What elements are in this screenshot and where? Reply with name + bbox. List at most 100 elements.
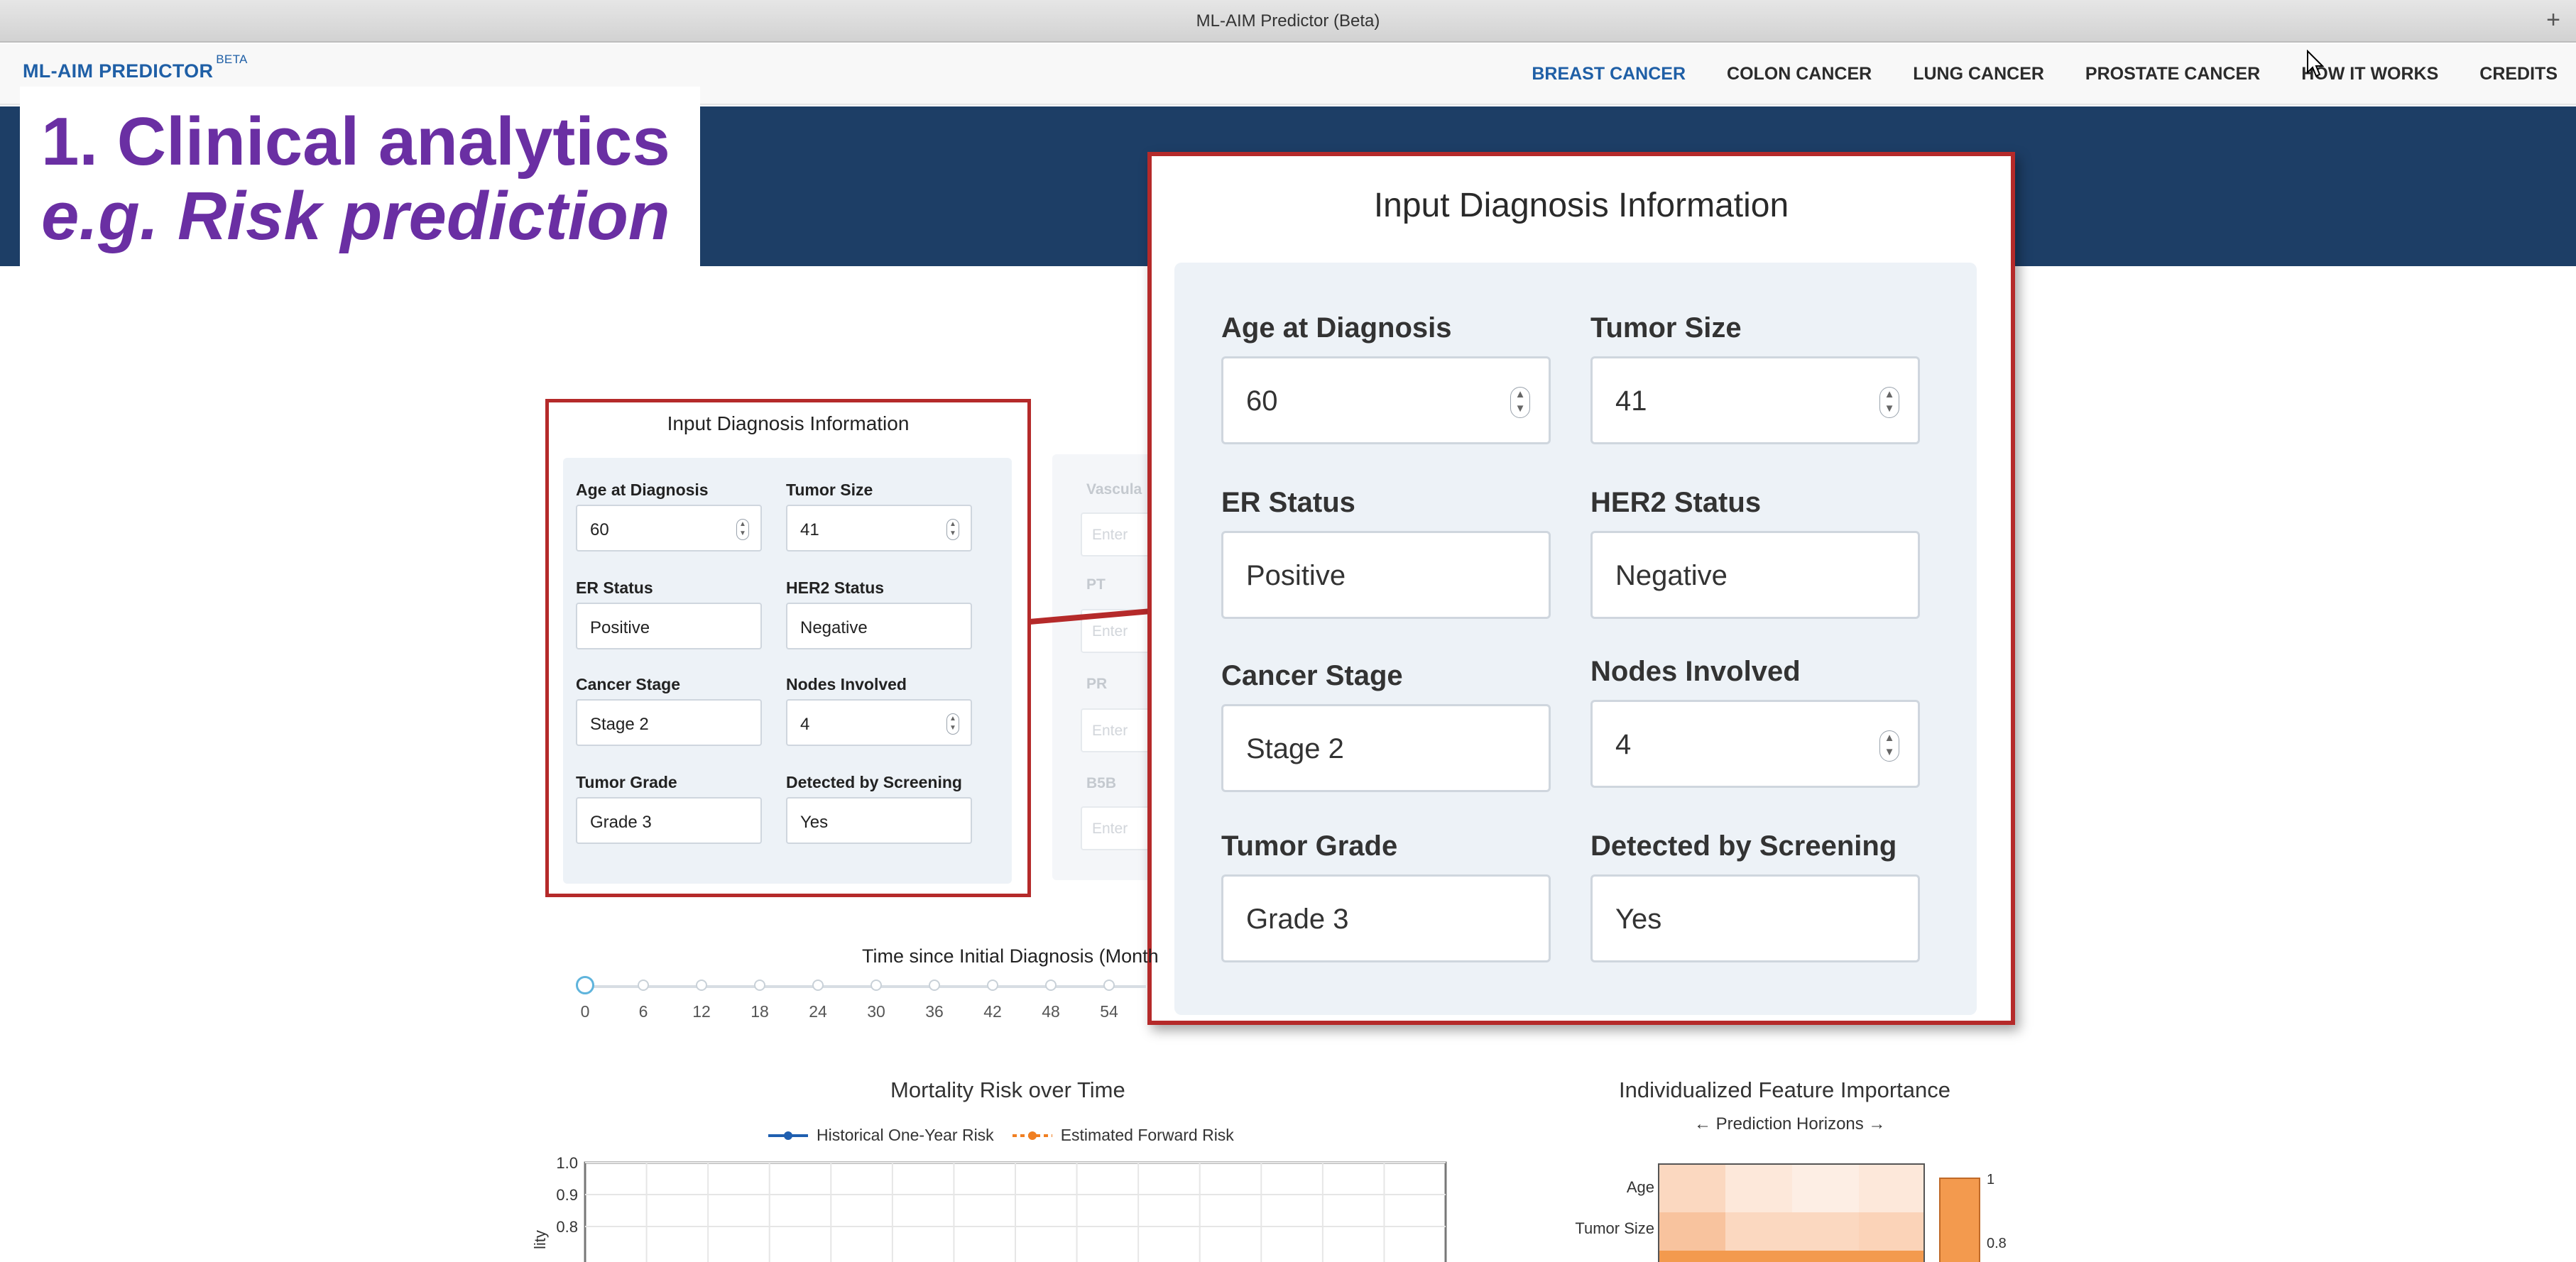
faded-label: Vascula [1086,481,1142,498]
detected-by-screening-select[interactable]: Yes [1590,874,1920,962]
heatmap-cell [1659,1212,1725,1256]
slider-step-dot[interactable] [987,980,998,991]
stepper-icon[interactable]: ▲ ▼ [736,519,749,540]
brand-logo[interactable]: ML-AIM PREDICTORBETA [23,53,248,82]
colorbar-rect [1939,1178,1980,1262]
slider-step-dot[interactable] [1045,980,1057,991]
slider-step-dot[interactable] [696,980,707,991]
field-label: HER2 Status [1590,487,1762,518]
stepper-icon[interactable]: ▲ ▼ [946,713,959,735]
field-value: Stage 2 [590,715,649,734]
feature-importance-title: Individualized Feature Importance [1619,1077,1950,1102]
slider-tick-label: 24 [809,1002,827,1021]
tumor-grade-select[interactable]: Grade 3 [1221,874,1551,962]
field-label: Tumor Grade [576,773,677,791]
slider-step-dot[interactable] [754,980,765,991]
field-value: Grade 3 [590,813,652,832]
nav-colon-cancer[interactable]: COLON CANCER [1727,64,1872,84]
nav-prostate-cancer[interactable]: PROSTATE CANCER [2085,64,2260,84]
slider-tick-label: 48 [1042,1002,1060,1021]
mortality-chart-title: Mortality Risk over Time [890,1077,1125,1102]
slider-step-dot[interactable] [929,980,940,991]
detected-by-screening-field: Detected by Screening Yes [1590,830,1920,962]
her2-status-field: HER2 Status Negative [786,578,972,649]
y-tick-label: 1.0 [556,1154,578,1172]
slider-tick-label: 54 [1100,1002,1118,1021]
annotation-line-1: 1. Clinical analytics [41,104,670,180]
detected-by-screening-select[interactable]: Yes [786,797,972,844]
legend-item-historical[interactable]: Historical One-Year Risk [767,1126,994,1145]
y-axis-label: lity [531,1230,549,1249]
annotation-label: 1. Clinical analytics e.g. Risk predicti… [20,87,700,270]
nav-credits[interactable]: CREDITS [2479,64,2558,84]
age-input[interactable]: 60 ▲ ▼ [1221,356,1551,444]
stepper-icon[interactable]: ▲ ▼ [1879,730,1899,762]
feature-label-age: Age [1627,1178,1654,1196]
slider-tick-label: 18 [751,1002,769,1021]
brand-name: ML-AIM PREDICTOR [23,60,214,82]
slider-step-dot[interactable] [638,980,649,991]
slider-tick-label: 0 [580,1002,590,1021]
field-label: Cancer Stage [576,675,681,693]
field-value: 60 [1246,385,1278,417]
window-title: ML-AIM Predictor (Beta) [1196,11,1380,31]
field-value: Yes [1615,904,1662,935]
tumor-grade-select[interactable]: Grade 3 [576,797,762,844]
stepper-icon[interactable]: ▲ ▼ [946,519,959,540]
legend-item-forward[interactable]: Estimated Forward Risk [1011,1126,1234,1145]
nav-lung-cancer[interactable]: LUNG CANCER [1913,64,2044,84]
field-value: Grade 3 [1246,904,1349,935]
feature-label-tumor-size: Tumor Size [1575,1219,1654,1237]
nav-breast-cancer[interactable]: BREAST CANCER [1532,64,1686,84]
heatmap-cell [1859,1164,1924,1212]
tumor-size-input[interactable]: 41 ▲ ▼ [1590,356,1920,444]
er-status-select[interactable]: Positive [1221,531,1551,619]
tumor-size-input[interactable]: 41 ▲ ▼ [786,505,972,552]
field-label: Age at Diagnosis [576,481,709,499]
stepper-icon[interactable]: ▲ ▼ [1879,387,1899,418]
cancer-stage-field: Cancer Stage Stage 2 [576,675,762,746]
slider-step-dot[interactable] [812,980,824,991]
nodes-involved-field: Nodes Involved 4 ▲ ▼ [1590,656,1920,788]
mortality-chart-legend: Historical One-Year Risk Estimated Forwa… [767,1126,1234,1145]
er-status-field: ER Status Positive [1221,487,1551,619]
colorbar-label-0-8: 0.8 [1987,1236,2007,1251]
field-value: 4 [1615,729,1632,760]
beta-badge: BETA [216,53,248,66]
faded-label: B5B [1086,775,1117,791]
time-slider[interactable]: 0 6 12 18 24 30 36 42 48 54 [576,976,1146,1021]
cancer-stage-select[interactable]: Stage 2 [1221,704,1551,792]
field-value: 41 [1615,385,1647,417]
field-value: 4 [800,715,810,734]
mouse-cursor-icon [2307,50,2325,77]
nodes-involved-input[interactable]: 4 ▲ ▼ [1590,700,1920,788]
heatmap-cell [1725,1212,1792,1256]
nodes-involved-input[interactable]: 4 ▲ ▼ [786,699,972,746]
cancer-stage-select[interactable]: Stage 2 [576,699,762,746]
new-tab-button[interactable]: + [2539,7,2567,35]
age-input[interactable]: 60 ▲ ▼ [576,505,762,552]
slider-tick-label: 30 [867,1002,885,1021]
field-label: Tumor Grade [1221,830,1398,862]
field-value: 60 [590,520,609,539]
faded-label: PT [1086,576,1106,593]
input-diagnosis-panel-small: Input Diagnosis Information Age at Diagn… [545,399,1031,897]
panel-body: Age at Diagnosis 60 ▲ ▼ Tumor Size 41 ▲ ▼ ER… [563,458,1012,884]
heatmap-cells [1658,1163,1925,1262]
slider-step-dot[interactable] [871,980,882,991]
her2-status-select[interactable]: Negative [786,603,972,649]
prediction-horizons-label: ← Prediction Horizons → [1694,1114,1886,1134]
stepper-icon[interactable]: ▲ ▼ [1510,387,1530,418]
er-status-field: ER Status Positive [576,578,762,649]
slider-step-dot[interactable] [576,976,594,994]
cancer-stage-field: Cancer Stage Stage 2 [1221,660,1551,792]
window-titlebar: ML-AIM Predictor (Beta) + [0,0,2576,43]
er-status-select[interactable]: Positive [576,603,762,649]
her2-status-select[interactable]: Negative [1590,531,1920,619]
age-field: Age at Diagnosis 60 ▲ ▼ [576,481,762,552]
annotation-line-2: e.g. Risk prediction [41,178,670,254]
y-tick-label: 0.9 [556,1186,578,1204]
colorbar: 1 0.8 [1939,1172,2007,1262]
field-label: HER2 Status [786,578,885,597]
slider-step-dot[interactable] [1103,980,1115,991]
